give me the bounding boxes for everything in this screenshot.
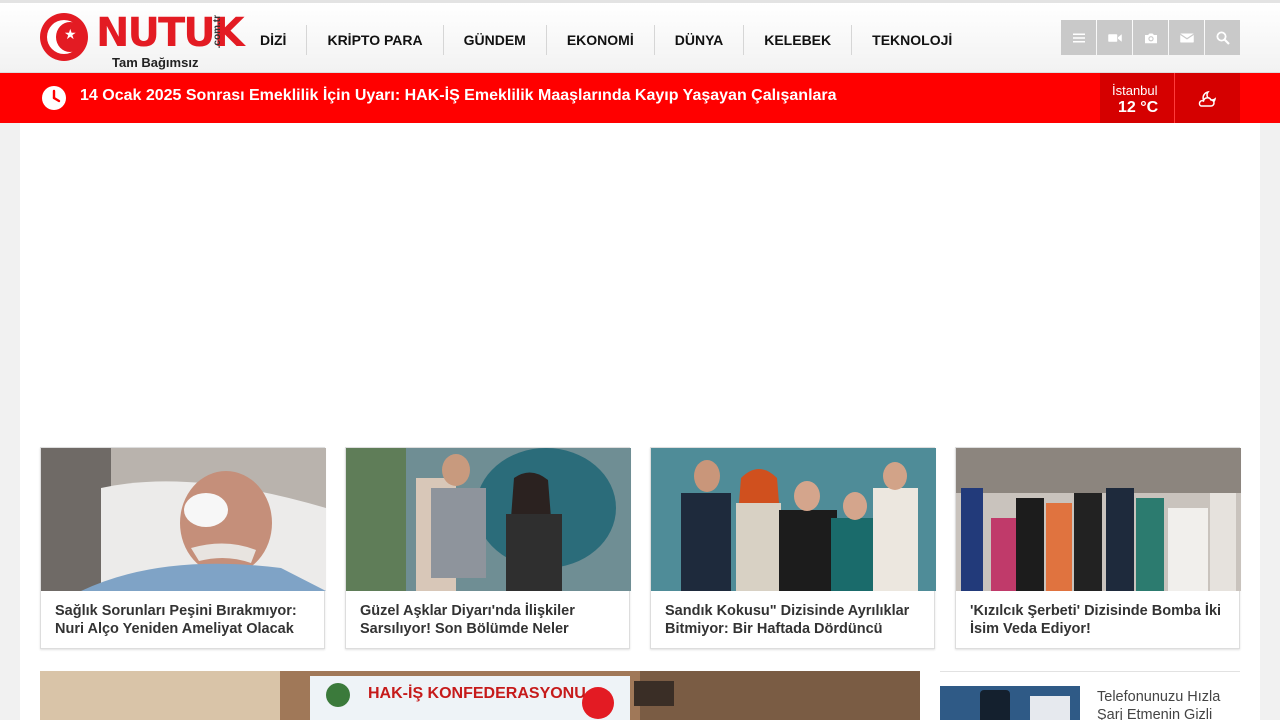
- weather-widget[interactable]: İstanbul 12 °C: [1100, 73, 1240, 123]
- star-icon: ★: [64, 26, 77, 42]
- clock-icon: [42, 86, 66, 110]
- nav-item-gundem[interactable]: GÜNDEM: [444, 25, 547, 55]
- nav-item-dizi[interactable]: DİZİ: [240, 25, 308, 55]
- nav-item-dunya[interactable]: DÜNYA: [655, 25, 745, 55]
- ad-placeholder: [40, 123, 1240, 433]
- news-title: Güzel Aşklar Diyarı'nda İlişkiler Sarsıl…: [360, 603, 575, 637]
- nav-item-ekonomi[interactable]: EKONOMİ: [547, 25, 655, 55]
- nav-item-teknoloji[interactable]: TEKNOLOJİ: [852, 25, 972, 55]
- contact-button[interactable]: [1169, 20, 1204, 55]
- news-title: Sağlık Sorunları Peşini Bırakmıyor: Nuri…: [55, 603, 297, 637]
- breaking-news-bar: 14 Ocak 2025 Sonrası Emeklilik İçin Uyar…: [0, 73, 1280, 123]
- nav-item-kelebek[interactable]: KELEBEK: [744, 25, 853, 55]
- sidebar-news-title[interactable]: Telefonunuzu Hızla Şarj Etmenin Gizli: [1097, 688, 1247, 720]
- news-image: [956, 448, 1241, 591]
- news-card[interactable]: 'Kızılcık Şerbeti' Dizisinde Bomba İki İ…: [955, 447, 1241, 649]
- news-card[interactable]: Sandık Kokusu" Dizisinde Ayrılıklar Bitm…: [650, 447, 936, 649]
- main-story-banner-text: HAK-İŞ KONFEDERASYONU: [368, 685, 586, 702]
- main-story-image[interactable]: HAK-İŞ KONFEDERASYONU: [40, 671, 920, 720]
- logo-tagline: Tam Bağımsız: [112, 55, 199, 70]
- news-title: Sandık Kokusu" Dizisinde Ayrılıklar Bitm…: [665, 603, 910, 637]
- menu-button[interactable]: [1061, 20, 1096, 55]
- weather-city: İstanbul: [1112, 83, 1158, 98]
- camera-icon: [1144, 33, 1157, 43]
- cloud-moon-icon: [1198, 90, 1217, 107]
- featured-cards: Sağlık Sorunları Peşini Bırakmıyor: Nuri…: [40, 447, 1241, 649]
- header-tools: [1061, 20, 1240, 55]
- sidebar-news-photo: [940, 686, 1080, 720]
- news-image: [41, 448, 326, 591]
- news-image: [346, 448, 631, 591]
- weather-divider: [1174, 73, 1175, 123]
- video-button[interactable]: [1097, 20, 1132, 55]
- news-card[interactable]: Güzel Aşklar Diyarı'nda İlişkiler Sarsıl…: [345, 447, 631, 649]
- nav-item-kripto-para[interactable]: KRİPTO PARA: [307, 25, 444, 55]
- news-title: 'Kızılcık Şerbeti' Dizisinde Bomba İki İ…: [970, 603, 1222, 637]
- page-content: Sağlık Sorunları Peşini Bırakmıyor: Nuri…: [20, 123, 1260, 720]
- breaking-news-headline[interactable]: 14 Ocak 2025 Sonrası Emeklilik İçin Uyar…: [80, 87, 837, 105]
- video-icon: [1107, 33, 1122, 42]
- menu-icon: [1072, 33, 1085, 42]
- photo-gallery-button[interactable]: [1133, 20, 1168, 55]
- search-icon: [1215, 30, 1230, 45]
- site-logo[interactable]: ★ NUTUK .com.tr Tam Bağımsız: [40, 10, 245, 71]
- site-header: ★ NUTUK .com.tr Tam Bağımsız DİZİ KRİPTO…: [0, 3, 1280, 73]
- logo-domain: .com.tr: [212, 15, 223, 49]
- sidebar-divider: [940, 671, 1240, 672]
- search-button[interactable]: [1205, 20, 1240, 55]
- mail-icon: [1179, 33, 1194, 42]
- news-card[interactable]: Sağlık Sorunları Peşini Bırakmıyor: Nuri…: [40, 447, 326, 649]
- weather-temperature: 12 °C: [1118, 99, 1159, 116]
- main-nav: DİZİ KRİPTO PARA GÜNDEM EKONOMİ DÜNYA KE…: [240, 25, 972, 55]
- news-image: [651, 448, 936, 591]
- sidebar-news-image[interactable]: [940, 686, 1080, 720]
